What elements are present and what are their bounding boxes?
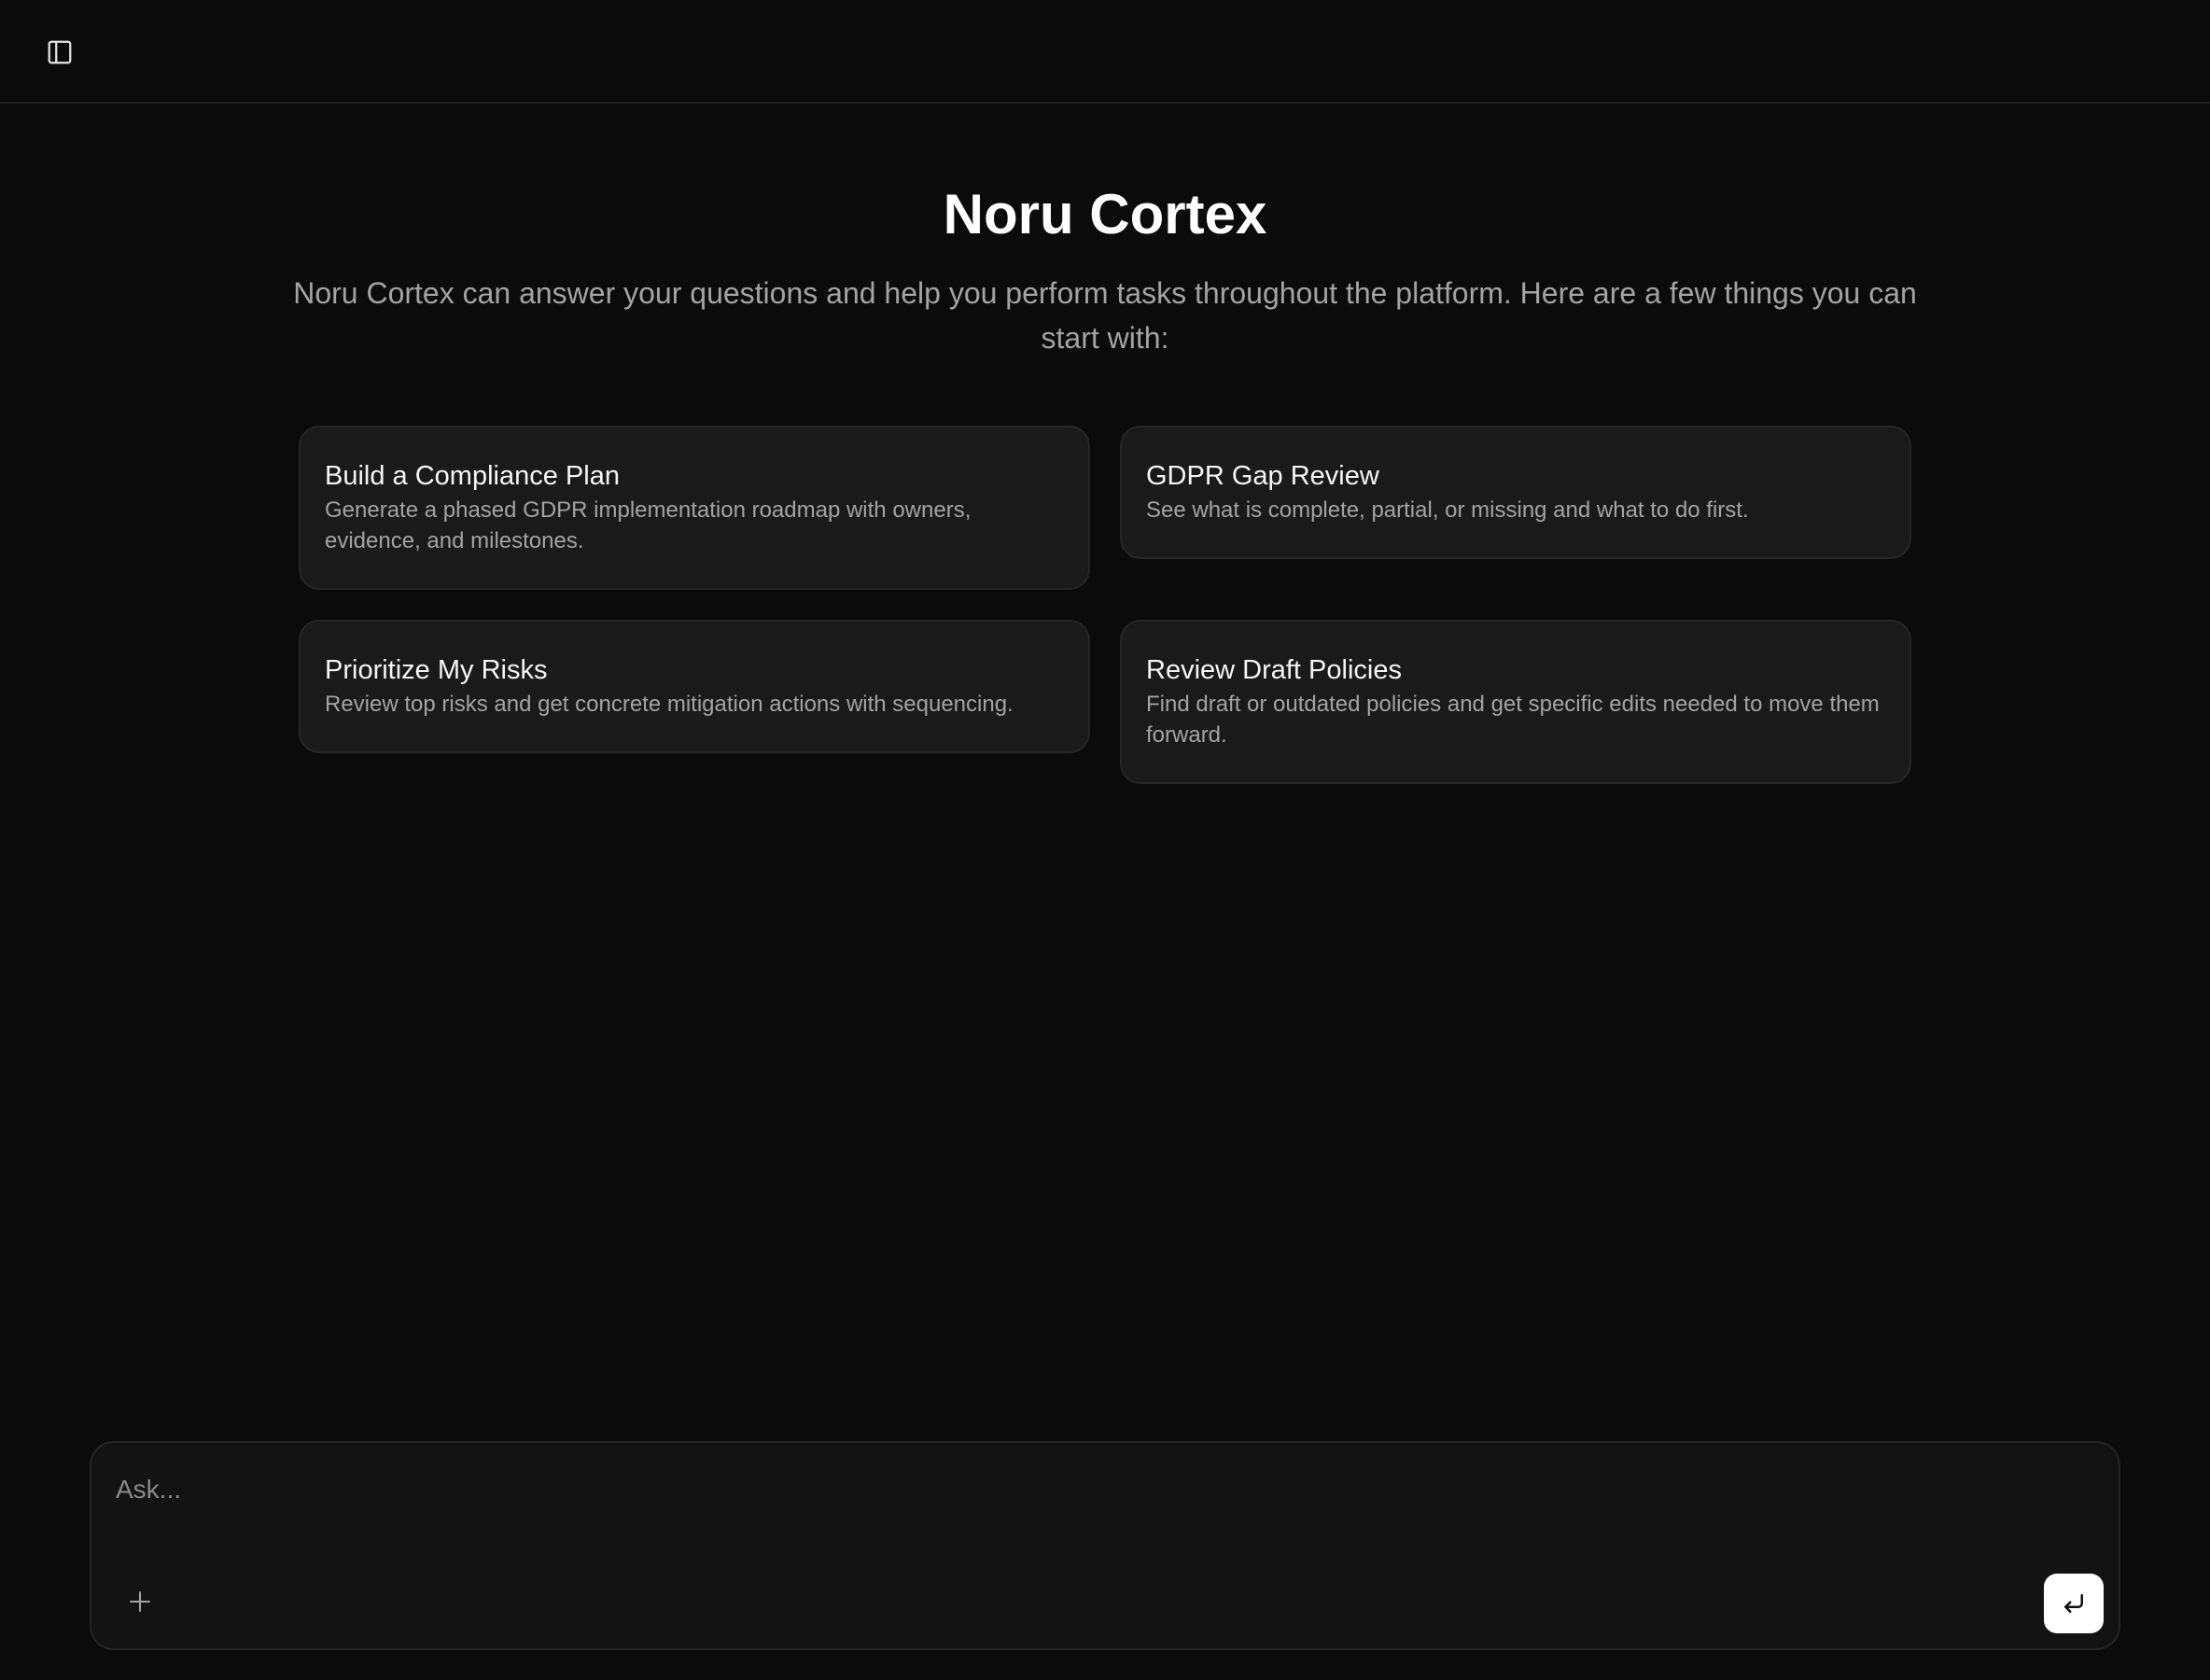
suggestion-card-prioritize-risks[interactable]: Prioritize My Risks Review top risks and…: [299, 620, 1090, 753]
ask-input[interactable]: [114, 1462, 2074, 1518]
sidebar-toggle-button[interactable]: [41, 34, 78, 71]
page-title: Noru Cortex: [943, 183, 1267, 245]
sidebar-panel-icon: [48, 40, 72, 64]
suggestion-description: Generate a phased GDPR implementation ro…: [325, 497, 972, 553]
suggestion-title: Prioritize My Risks: [325, 655, 548, 685]
enter-return-icon: [2064, 1594, 2083, 1613]
suggestion-title: Build a Compliance Plan: [325, 461, 620, 491]
attach-button[interactable]: [114, 1575, 166, 1628]
suggestion-description: Review top risks and get concrete mitiga…: [325, 692, 1014, 717]
suggestion-description: See what is complete, partial, or missin…: [1146, 497, 1749, 523]
suggestion-description: Find draft or outdated policies and get …: [1146, 692, 1880, 748]
composer-left-actions: [114, 1575, 166, 1628]
suggestion-card-review-draft-policies[interactable]: Review Draft Policies Find draft or outd…: [1120, 620, 1911, 784]
suggestion-title: Review Draft Policies: [1146, 655, 1402, 685]
suggestion-card-gdpr-gap-review[interactable]: GDPR Gap Review See what is complete, pa…: [1120, 426, 1911, 559]
submit-button[interactable]: [2044, 1574, 2104, 1633]
plus-icon: [130, 1591, 150, 1612]
suggestion-title: GDPR Gap Review: [1146, 461, 1379, 491]
hero-section: Noru Cortex Noru Cortex can answer your …: [0, 177, 2210, 360]
top-bar: [0, 0, 2210, 104]
page-subtitle: Noru Cortex can answer your questions an…: [293, 276, 1917, 355]
suggestion-card-compliance-plan[interactable]: Build a Compliance Plan Generate a phase…: [299, 426, 1090, 590]
suggestion-grid: Build a Compliance Plan Generate a phase…: [299, 426, 1911, 784]
chat-composer: [90, 1441, 2120, 1650]
